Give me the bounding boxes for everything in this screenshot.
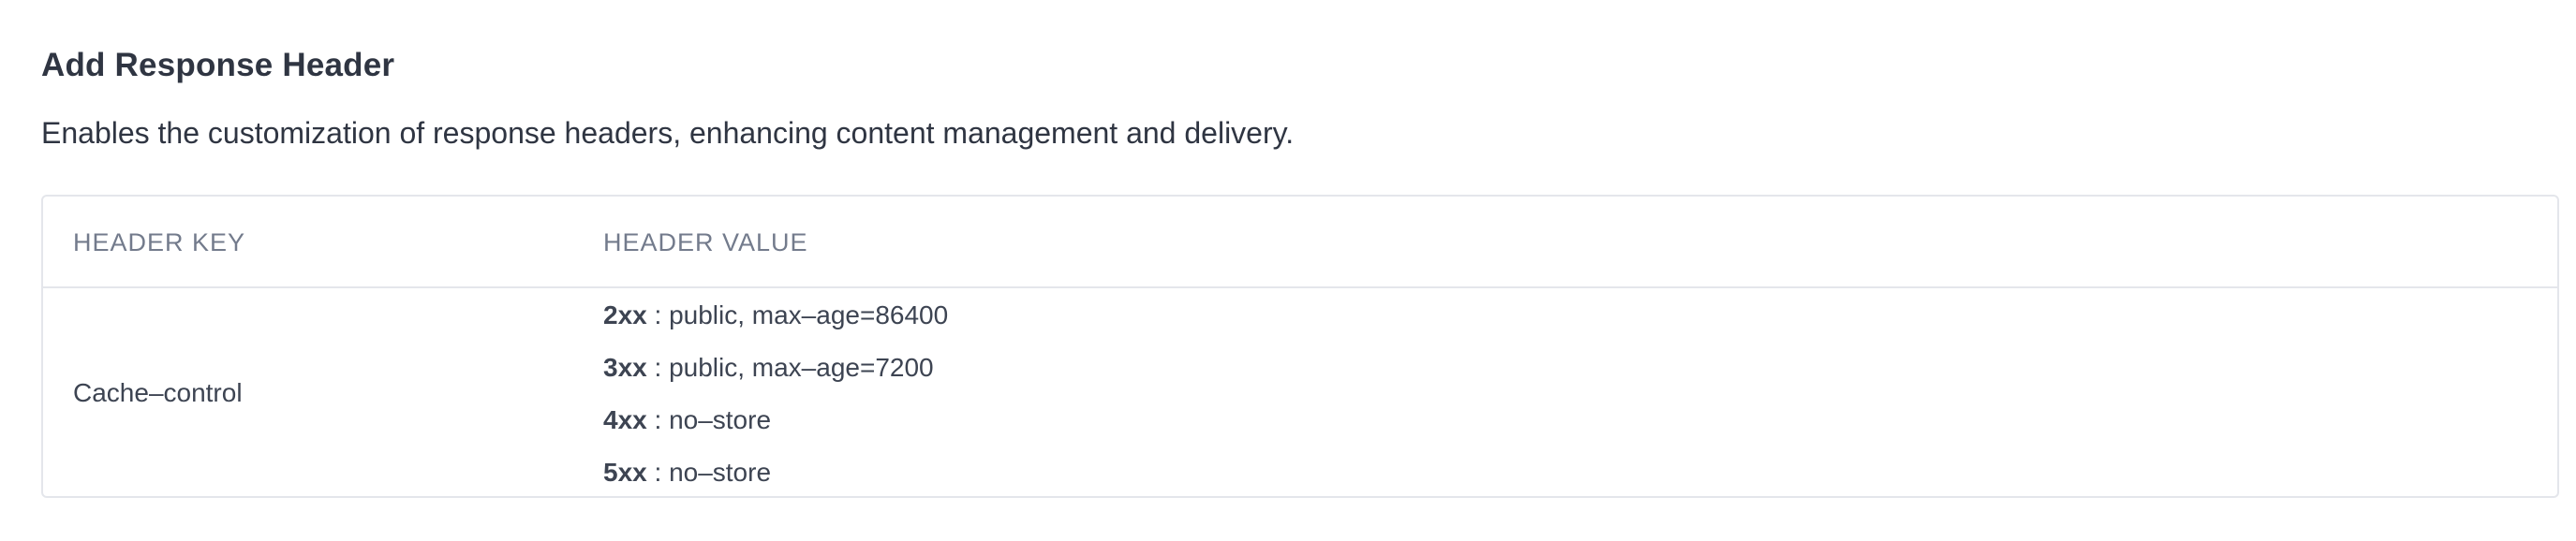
- header-value-text: public, max–age=86400: [669, 300, 949, 329]
- separator: :: [646, 300, 670, 329]
- column-header-value: HEADER VALUE: [603, 228, 808, 256]
- status-code: 2xx: [603, 300, 647, 329]
- status-code: 4xx: [603, 405, 647, 434]
- status-code: 5xx: [603, 458, 647, 487]
- header-value-line: 2xx : public, max–age=86400: [603, 300, 948, 352]
- header-value-text: no–store: [669, 405, 772, 434]
- table-header: HEADER KEY HEADER VALUE: [43, 197, 2557, 288]
- header-value-line: 3xx : public, max–age=7200: [603, 352, 948, 404]
- column-header-key: HEADER KEY: [73, 228, 246, 256]
- separator: :: [646, 405, 670, 434]
- section-description: Enables the customization of response he…: [41, 116, 1295, 150]
- header-value-cell: 2xx : public, max–age=86400 3xx : public…: [603, 300, 948, 509]
- header-value-line: 5xx : no–store: [603, 457, 948, 509]
- response-header-table: HEADER KEY HEADER VALUE Cache–control 2x…: [41, 195, 2559, 498]
- header-value-text: no–store: [669, 458, 772, 487]
- header-key-cell: Cache–control: [73, 378, 243, 407]
- header-value-line: 4xx : no–store: [603, 404, 948, 457]
- table-row: Cache–control 2xx : public, max–age=8640…: [43, 288, 2557, 498]
- separator: :: [646, 458, 670, 487]
- header-value-text: public, max–age=7200: [669, 353, 934, 382]
- separator: :: [646, 353, 670, 382]
- section-title: Add Response Header: [41, 47, 395, 83]
- status-code: 3xx: [603, 353, 647, 382]
